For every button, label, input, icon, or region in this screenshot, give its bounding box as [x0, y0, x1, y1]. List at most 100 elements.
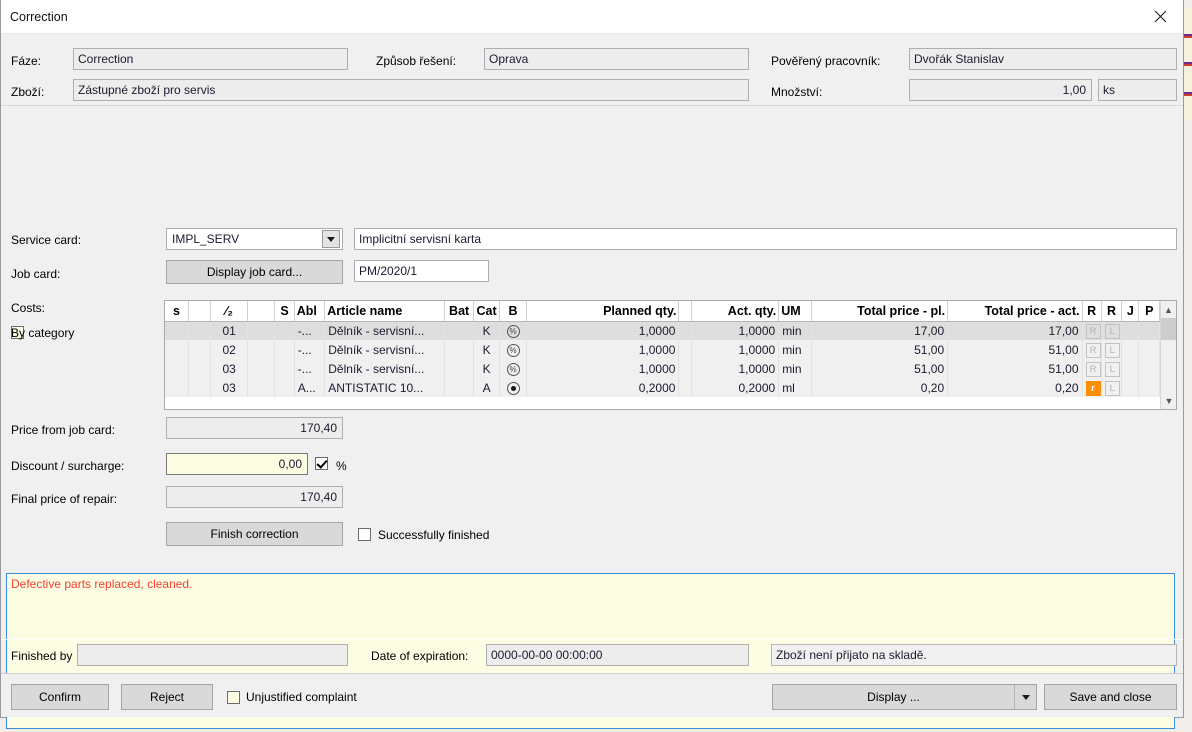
table-column-header[interactable]	[678, 301, 692, 322]
table-cell-pad	[678, 359, 692, 378]
scrollbar-thumb[interactable]	[1161, 318, 1176, 340]
table-column-header[interactable]	[247, 301, 276, 322]
table-column-header[interactable]: Cat	[473, 301, 501, 322]
table-column-header[interactable]	[188, 301, 212, 322]
quantity-field[interactable]: 1,00	[909, 79, 1092, 101]
chevron-up-icon[interactable]: ▲	[1161, 301, 1176, 318]
save-and-close-button[interactable]: Save and close	[1044, 684, 1177, 710]
table-column-header[interactable]: Planned qty.	[526, 301, 680, 322]
table-column-header[interactable]: J	[1121, 301, 1140, 322]
table-row[interactable]: 01 -... Dělník - servisní... K% 1,0000 1,0000…	[165, 321, 1160, 340]
table-cell-j	[1121, 378, 1140, 397]
table-cell-total_pl: 0,20	[811, 378, 949, 397]
solution-field[interactable]: Oprava	[484, 48, 749, 70]
table-cell-p	[1138, 340, 1160, 359]
successfully-finished-checkbox[interactable]	[358, 528, 371, 541]
table-column-header[interactable]: Total price - act.	[947, 301, 1083, 322]
background-accent-2	[1184, 36, 1192, 38]
table-column-header[interactable]: S	[274, 301, 295, 322]
final-price-label: Final price of repair:	[11, 492, 118, 506]
table-cell-pad	[678, 378, 692, 397]
table-body: 01 -... Dělník - servisní... K% 1,0000 1,0000…	[165, 321, 1160, 397]
table-cell-total_pl: 51,00	[811, 340, 949, 359]
solution-label: Způsob řešení:	[376, 54, 457, 68]
costs-label: Costs:	[11, 301, 46, 315]
table-column-header[interactable]: B	[499, 301, 527, 322]
table-column-header[interactable]: Article name	[324, 301, 446, 322]
chevron-down-icon[interactable]	[322, 230, 340, 248]
percent-circle-icon: %	[499, 340, 527, 359]
table-row[interactable]: 03 -... Dělník - servisní... K% 1,0000 1,0000…	[165, 359, 1160, 378]
table-cell-p	[1138, 378, 1160, 397]
percent-checkbox[interactable]	[315, 457, 328, 470]
table-cell-s2	[274, 340, 295, 359]
table-scrollbar[interactable]: ▲ ▼	[1160, 301, 1176, 409]
action-bar: Confirm Reject Unjustified complaint Dis…	[1, 673, 1183, 717]
row-flag-r: R	[1082, 321, 1102, 340]
finished-by-field[interactable]	[77, 644, 348, 666]
display-split-button[interactable]: Display ...	[772, 684, 1037, 710]
unit-field[interactable]: ks	[1098, 79, 1177, 101]
table-cell-j	[1121, 340, 1140, 359]
table-column-header[interactable]: Act. qty.	[691, 301, 780, 322]
phase-field[interactable]: Correction	[73, 48, 348, 70]
table-row[interactable]: 02 -... Dělník - servisní... K% 1,0000 1,0000…	[165, 340, 1160, 359]
by-category-row[interactable]: By category	[11, 326, 74, 340]
table-cell-s	[165, 378, 189, 397]
finish-correction-button[interactable]: Finish correction	[166, 522, 343, 546]
table-cell-total_act: 51,00	[947, 340, 1083, 359]
row-flag-l: L	[1101, 321, 1123, 340]
chevron-down-icon[interactable]: ▼	[1161, 392, 1176, 409]
goods-field[interactable]: Zástupné zboží pro servis	[73, 79, 749, 101]
table-cell-abl: -...	[294, 340, 326, 359]
table-cell-pad	[678, 340, 692, 359]
table-cell-s	[165, 359, 189, 378]
worker-field[interactable]: Dvořák Stanislav	[909, 48, 1177, 70]
table-cell-article: Dělník - servisní...	[324, 359, 446, 378]
table-cell-um: min	[778, 359, 812, 378]
table-column-header[interactable]: R	[1082, 301, 1102, 322]
table-column-header[interactable]: s	[165, 301, 189, 322]
row-flag-r: R	[1082, 340, 1102, 359]
table-cell-planned: 0,2000	[526, 378, 680, 397]
close-icon[interactable]	[1137, 0, 1183, 33]
background-window-strip	[1184, 0, 1192, 718]
table-cell-um: min	[778, 340, 812, 359]
table-column-header[interactable]: R	[1101, 301, 1123, 322]
table-column-header[interactable]: P	[1138, 301, 1160, 322]
table-cell-actual: 1,0000	[691, 340, 780, 359]
table-column-header[interactable]: ⁄₂	[210, 301, 248, 322]
chevron-down-icon[interactable]	[1014, 685, 1036, 709]
table-column-header[interactable]: UM	[778, 301, 812, 322]
table-column-header[interactable]: Bat	[444, 301, 474, 322]
window-title: Correction	[10, 9, 68, 24]
row-flag-l: L	[1101, 378, 1123, 397]
table-cell-abl: -...	[294, 321, 326, 340]
row-flag-r: r	[1082, 378, 1102, 397]
table-cell-actual: 0,2000	[691, 378, 780, 397]
unjustified-complaint-row[interactable]: Unjustified complaint	[227, 690, 357, 704]
table-row[interactable]: 03 A... ANTISTATIC 10... A 0,2000 0,2000 ml 0,2…	[165, 378, 1160, 397]
table-cell-total_act: 17,00	[947, 321, 1083, 340]
table-cell-cat: K	[473, 321, 501, 340]
service-card-combo[interactable]: IMPL_SERV	[166, 228, 343, 250]
unjustified-complaint-checkbox[interactable]	[227, 690, 240, 704]
table-column-header[interactable]: Abl	[294, 301, 326, 322]
table-cell-article: Dělník - servisní...	[324, 340, 446, 359]
reject-button[interactable]: Reject	[121, 684, 213, 710]
table-cell-s	[165, 321, 189, 340]
display-job-card-button[interactable]: Display job card...	[166, 260, 343, 284]
discount-input[interactable]: 0,00	[166, 453, 308, 475]
expiration-label: Date of expiration:	[371, 649, 469, 663]
table-cell-total_pl: 51,00	[811, 359, 949, 378]
table-cell-actual: 1,0000	[691, 321, 780, 340]
confirm-button[interactable]: Confirm	[11, 684, 109, 710]
table-cell-num: 03	[210, 359, 248, 378]
costs-table[interactable]: s ⁄₂ S Abl Article name Bat Cat B Planned qty. Ac…	[164, 300, 1177, 410]
expiration-field[interactable]: 0000-00-00 00:00:00	[486, 644, 749, 666]
table-column-header[interactable]: Total price - pl.	[811, 301, 949, 322]
goods-label: Zboží:	[11, 85, 45, 99]
table-cell-s	[165, 340, 189, 359]
table-cell-article: ANTISTATIC 10...	[324, 378, 446, 397]
radio-dot-icon	[499, 378, 527, 397]
